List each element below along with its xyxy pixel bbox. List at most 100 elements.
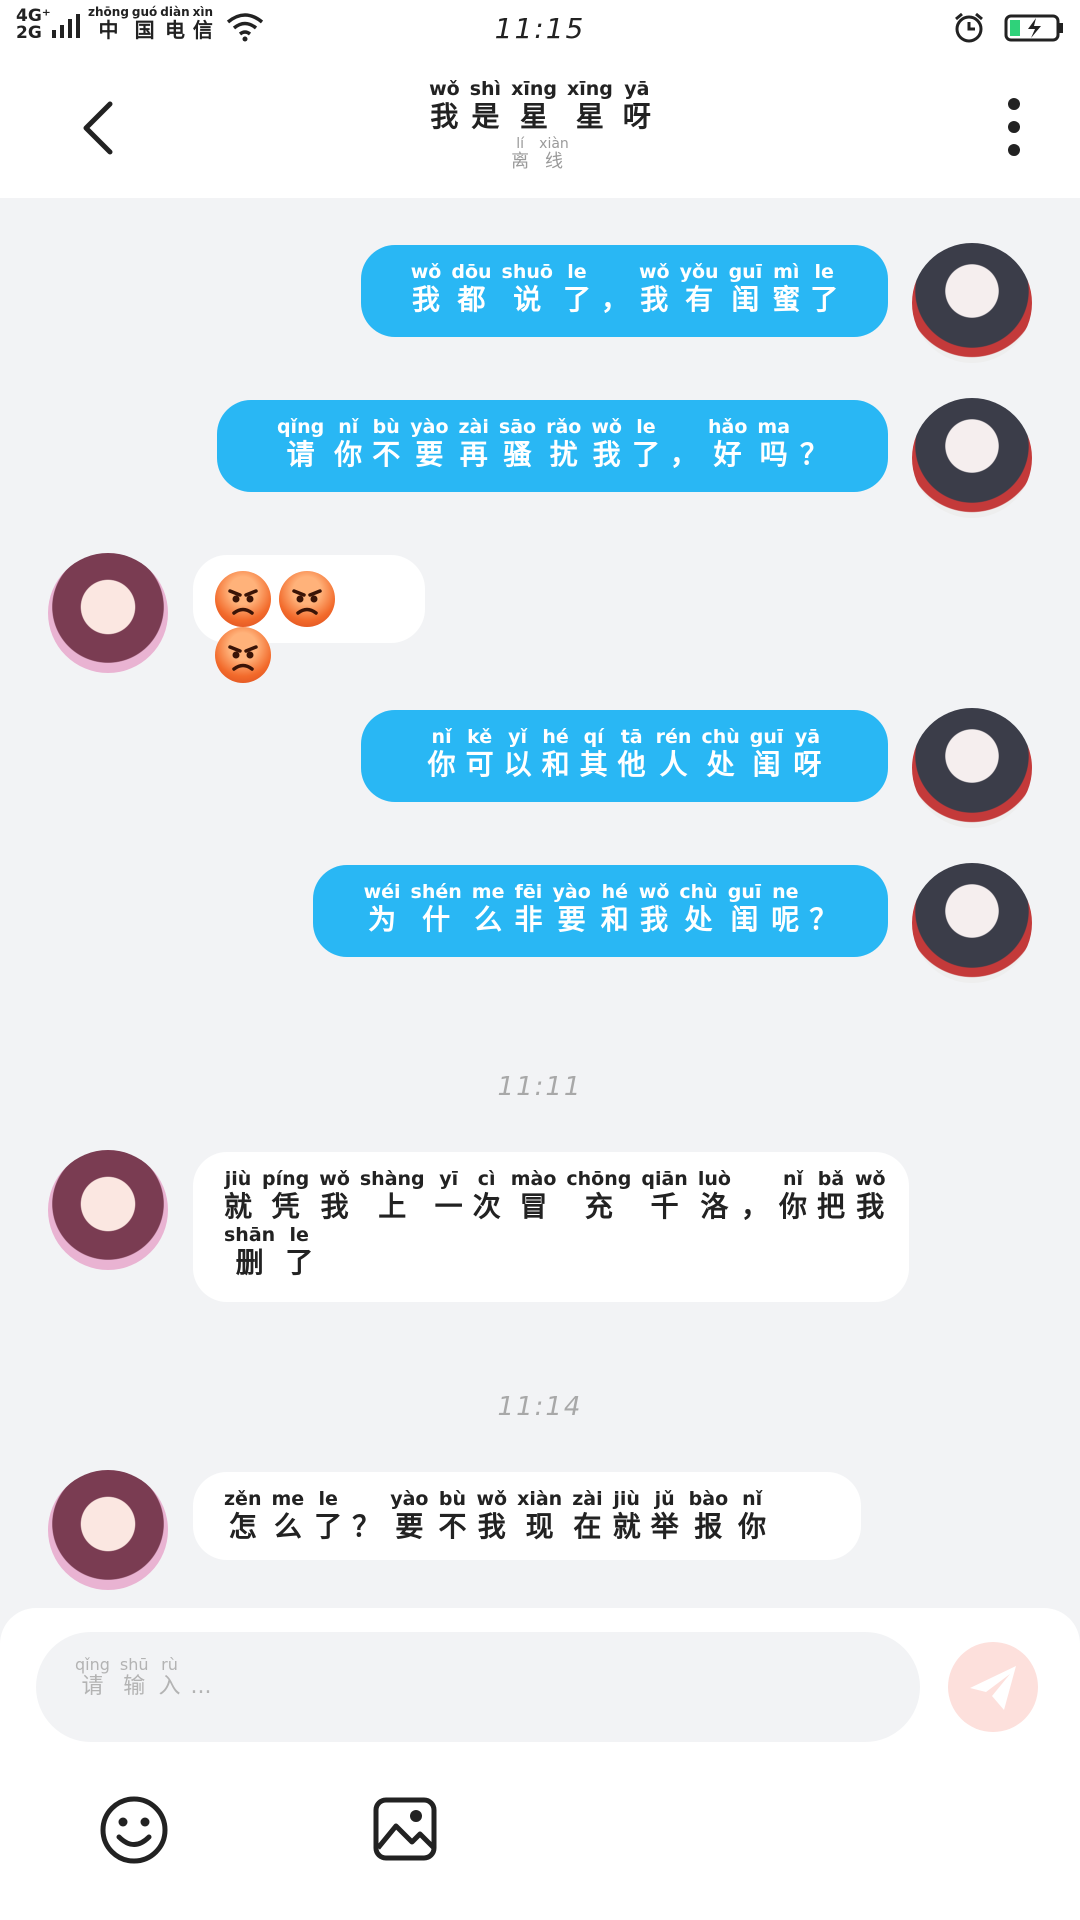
outgoing-message-bubble[interactable]: wǒ 我 dōu 都 shuō 说 le 了 ， wǒ 我 yǒu 有 guī 闺 mì 蜜 le 了 xyxy=(361,245,888,337)
annotated-char: fēi 非 xyxy=(514,881,542,937)
my-avatar[interactable] xyxy=(912,863,1032,983)
annotated-char: hǎo 好 xyxy=(708,416,747,472)
hanzi: 可 xyxy=(465,748,494,781)
annotated-char: jiù 就 xyxy=(224,1168,252,1224)
annotated-char: cì 次 xyxy=(473,1168,501,1224)
annotated-char: me 么 xyxy=(472,881,505,937)
annotated-char: ne 呢 xyxy=(771,881,799,937)
hanzi: 非 xyxy=(514,903,543,936)
hanzi: 和 xyxy=(541,748,570,781)
hanzi: 我 xyxy=(430,100,459,133)
pinyin: wǒ xyxy=(429,78,460,100)
pinyin: shān xyxy=(224,1224,276,1246)
hanzi: 处 xyxy=(706,748,735,781)
image-button[interactable] xyxy=(372,1796,438,1862)
annotated-char: nǐ 你 xyxy=(428,726,456,782)
outgoing-message-bubble[interactable]: wéi 为 shén 什 me 么 fēi 非 yào 要 hé 和 wǒ 我 chù 处 guī 闺 ne 呢 ？ xyxy=(313,865,888,957)
hanzi: 星 xyxy=(575,100,604,133)
contact-avatar[interactable] xyxy=(48,553,168,673)
incoming-message-bubble[interactable]: zěn 怎 me 么 le 了 ？ yào 要 bù 不 wǒ 我 xiàn 现 zài 在 jiù 就 jǔ 举 bà… xyxy=(193,1472,861,1560)
pinyin: xiàn xyxy=(539,136,569,152)
message-line: qǐng 请 nǐ 你 bù 不 yào 要 zài 再 sāo 骚 rǎo 扰 wǒ 我 le 了 ， hǎo 好 m… xyxy=(243,416,862,472)
my-avatar[interactable] xyxy=(912,708,1032,828)
annotated-char: ？ xyxy=(352,1488,380,1544)
hanzi: 不 xyxy=(372,438,401,471)
pinyin: yào xyxy=(390,1488,429,1510)
send-button[interactable] xyxy=(948,1642,1038,1732)
contact-status: lí 离 xiàn 线 xyxy=(0,136,1080,172)
hanzi: 什 xyxy=(422,903,451,936)
annotated-char: yào 要 xyxy=(553,881,591,937)
annotated-char: hé 和 xyxy=(542,726,570,782)
annotated-char: jǔ 举 xyxy=(651,1488,679,1544)
hanzi: 冒 xyxy=(519,1190,548,1223)
annotated-char: qí 其 xyxy=(580,726,608,782)
annotated-char: luò 洛 xyxy=(698,1168,731,1224)
pinyin: shì xyxy=(469,78,502,100)
pinyin: tā xyxy=(620,726,643,748)
annotated-char: guī 闺 xyxy=(750,726,784,782)
more-options-button[interactable] xyxy=(994,96,1034,158)
pinyin: yào xyxy=(552,881,591,903)
pinyin: qǐng xyxy=(276,416,325,438)
annotated-char: xiàn 线 xyxy=(539,136,569,172)
annotated-char: shuō 说 xyxy=(502,261,553,317)
hanzi: 举 xyxy=(650,1510,679,1543)
hanzi: 他 xyxy=(617,748,646,781)
pinyin: rén xyxy=(655,726,692,748)
pinyin: yā xyxy=(624,78,650,100)
contact-avatar[interactable] xyxy=(48,1470,168,1590)
hanzi: 蜜 xyxy=(772,283,801,316)
hanzi: 了 xyxy=(285,1246,314,1279)
angry-face-icon xyxy=(215,627,271,683)
annotated-char: wǒ 我 xyxy=(411,261,442,317)
hanzi: ... xyxy=(190,1674,212,1699)
hanzi: 处 xyxy=(684,903,713,936)
message-input[interactable]: qǐng 请 shū 输 rù 入 ... xyxy=(36,1632,920,1742)
hanzi: 线 xyxy=(544,151,563,172)
hanzi: 要 xyxy=(415,438,444,471)
outgoing-message-bubble[interactable]: qǐng 请 nǐ 你 bù 不 yào 要 zài 再 sāo 骚 rǎo 扰 wǒ 我 le 了 ， hǎo 好 m… xyxy=(217,400,888,492)
pinyin: jiù xyxy=(613,1488,640,1510)
pinyin: zěn xyxy=(224,1488,262,1510)
pinyin: wǒ xyxy=(638,881,670,903)
annotated-char: zài 在 xyxy=(572,1488,602,1544)
pinyin: yǐ xyxy=(508,726,528,748)
annotated-char: ma 吗 xyxy=(757,416,790,472)
incoming-message-bubble[interactable] xyxy=(193,555,425,683)
pinyin: hǎo xyxy=(707,416,748,438)
contact-avatar[interactable] xyxy=(48,1150,168,1270)
annotated-char: yā 呀 xyxy=(793,726,821,782)
annotated-char: mì 蜜 xyxy=(772,261,800,317)
annotated-char: le 了 xyxy=(563,261,591,317)
incoming-message-bubble[interactable]: jiù 就 píng 凭 wǒ 我 shàng 上 yī 一 cì 次 mào 冒 chōng 充 qiān 千 l… xyxy=(193,1152,909,1302)
pinyin: qiān xyxy=(641,1168,688,1190)
annotated-char: me 么 xyxy=(271,1488,304,1544)
annotated-char: rǎo 扰 xyxy=(546,416,581,472)
hanzi: 报 xyxy=(694,1510,723,1543)
hanzi: 说 xyxy=(513,283,542,316)
annotated-char: qiān 千 xyxy=(641,1168,687,1224)
pinyin: le xyxy=(814,261,834,283)
annotated-char: rén 人 xyxy=(656,726,692,782)
outgoing-message-bubble[interactable]: nǐ 你 kě 可 yǐ 以 hé 和 qí 其 tā 他 rén 人 chù 处 guī 闺 yā 呀 xyxy=(361,710,888,802)
hanzi: 呢 xyxy=(771,903,800,936)
pinyin xyxy=(601,261,629,283)
my-avatar[interactable] xyxy=(912,243,1032,363)
hanzi: 我 xyxy=(856,1190,885,1223)
annotated-char: ， xyxy=(670,416,698,472)
message-line: jiù 就 píng 凭 wǒ 我 shàng 上 yī 一 cì 次 mào 冒 chōng 充 qiān 千 l… xyxy=(219,1168,886,1224)
my-avatar[interactable] xyxy=(912,398,1032,518)
annotated-char: jiù 就 xyxy=(613,1488,641,1544)
annotated-char: le 了 xyxy=(314,1488,342,1544)
pinyin xyxy=(670,416,698,438)
annotated-char: bù 不 xyxy=(438,1488,466,1544)
status-bar: 4G⁺ 2G zhōng 中 guó 国 diàn 电 xìn 信 11:15 xyxy=(0,0,1080,56)
hanzi: 我 xyxy=(640,903,669,936)
pinyin: hé xyxy=(542,726,569,748)
pinyin: shén xyxy=(410,881,462,903)
annotated-char: ？ xyxy=(809,881,837,937)
emoji-button[interactable] xyxy=(98,1794,170,1866)
annotated-char: chù 处 xyxy=(701,726,739,782)
clock: 11:15 xyxy=(494,12,586,45)
